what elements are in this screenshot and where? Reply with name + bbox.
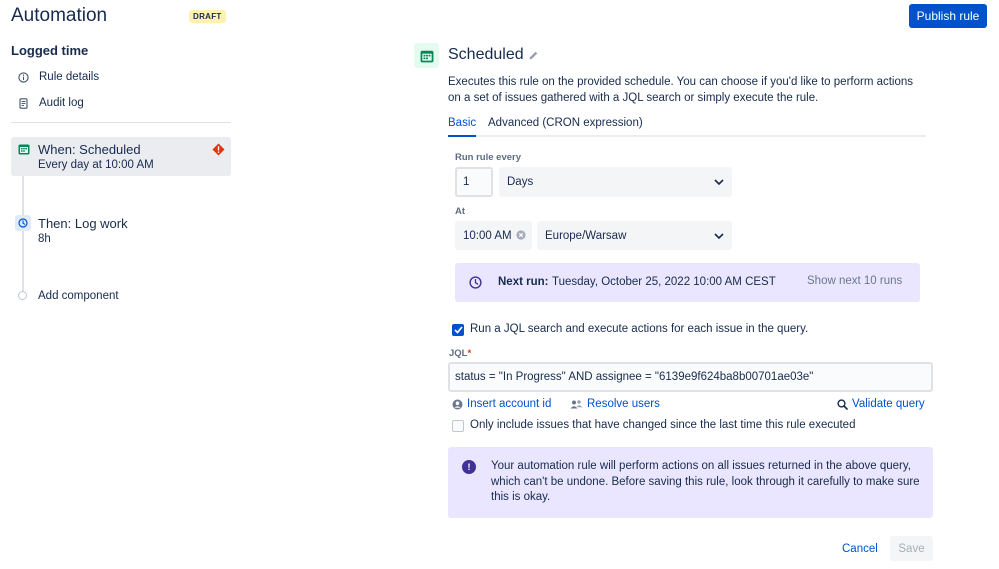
clock-icon — [469, 276, 482, 292]
people-icon — [570, 399, 583, 410]
tab-basic[interactable]: Basic — [448, 117, 477, 137]
interval-input[interactable]: 1 — [455, 167, 493, 197]
publish-rule-button[interactable]: Publish rule — [909, 4, 987, 28]
component-title: Scheduled — [448, 46, 524, 63]
next-run-panel: Next run: Tuesday, October 25, 2022 10:0… — [455, 263, 920, 302]
chevron-down-icon — [714, 230, 724, 242]
sidebar-divider — [11, 122, 231, 123]
trigger-title: When: Scheduled — [38, 142, 141, 157]
time-value: 10:00 AM — [463, 229, 512, 242]
show-next-runs-button[interactable]: Show next 10 runs — [807, 275, 902, 287]
add-component-dot — [18, 291, 27, 300]
component-description: Executes this rule on the provided sched… — [448, 76, 914, 104]
validate-query-link[interactable]: Validate query — [837, 398, 925, 410]
required-mark: * — [467, 348, 472, 359]
jql-search-checkbox-label: Run a JQL search and execute actions for… — [470, 323, 809, 335]
run-every-label: Run rule every — [455, 152, 521, 163]
error-icon — [212, 143, 225, 159]
rule-name: Logged time — [11, 43, 89, 58]
cancel-button[interactable]: Cancel — [834, 538, 886, 560]
warning-panel: ! Your automation rule will perform acti… — [448, 447, 933, 518]
chevron-down-icon — [714, 176, 724, 188]
at-label: At — [455, 206, 466, 217]
calendar-icon — [414, 43, 439, 68]
jql-label: JQL* — [449, 348, 472, 359]
draft-badge: DRAFT — [189, 10, 226, 23]
checkmark-icon — [453, 326, 463, 334]
save-button[interactable]: Save — [890, 536, 933, 561]
user-icon — [452, 399, 463, 410]
document-icon — [18, 97, 29, 109]
app-title: Automation — [11, 5, 108, 26]
timezone-value: Europe/Warsaw — [545, 229, 627, 242]
time-picker[interactable]: 10:00 AM — [455, 221, 532, 250]
warning-text: Your automation rule will perform action… — [491, 460, 920, 503]
sidebar-item-label: Audit log — [39, 97, 84, 109]
sidebar-item-audit-log[interactable]: Audit log — [18, 95, 84, 111]
next-run-value: Tuesday, October 25, 2022 10:00 AM CEST — [552, 276, 776, 288]
jql-input[interactable]: status = "In Progress" AND assignee = "6… — [448, 362, 933, 392]
next-run-label: Next run: — [498, 276, 549, 288]
clear-icon[interactable] — [516, 230, 526, 243]
action-step-title[interactable]: Then: Log work — [38, 216, 128, 231]
timezone-select[interactable]: Europe/Warsaw — [537, 221, 732, 250]
pencil-icon[interactable] — [528, 50, 539, 64]
add-component-link[interactable]: Add component — [38, 288, 119, 304]
only-changed-checkbox-label: Only include issues that have changed si… — [470, 419, 856, 431]
tab-advanced[interactable]: Advanced (CRON expression) — [488, 117, 643, 133]
warning-icon: ! — [462, 460, 476, 474]
interval-unit-select[interactable]: Days — [499, 167, 732, 197]
tab-bar: Basic Advanced (CRON expression) — [448, 117, 926, 137]
sidebar-item-label: Rule details — [39, 71, 100, 83]
jql-search-checkbox[interactable] — [452, 324, 464, 336]
interval-unit-value: Days — [507, 176, 534, 188]
info-icon — [18, 71, 29, 83]
action-step-subtitle: 8h — [38, 233, 51, 245]
only-changed-checkbox[interactable] — [452, 420, 464, 432]
clock-icon — [15, 215, 31, 231]
sidebar-item-rule-details[interactable]: Rule details — [18, 69, 99, 85]
search-icon — [837, 398, 848, 410]
resolve-users-link[interactable]: Resolve users — [570, 398, 660, 410]
trigger-subtitle: Every day at 10:00 AM — [38, 159, 154, 171]
insert-account-id-link[interactable]: Insert account id — [452, 398, 551, 410]
calendar-icon — [18, 143, 30, 158]
timeline-line — [22, 176, 24, 293]
trigger-step-card[interactable]: When: Scheduled Every day at 10:00 AM — [11, 137, 231, 176]
